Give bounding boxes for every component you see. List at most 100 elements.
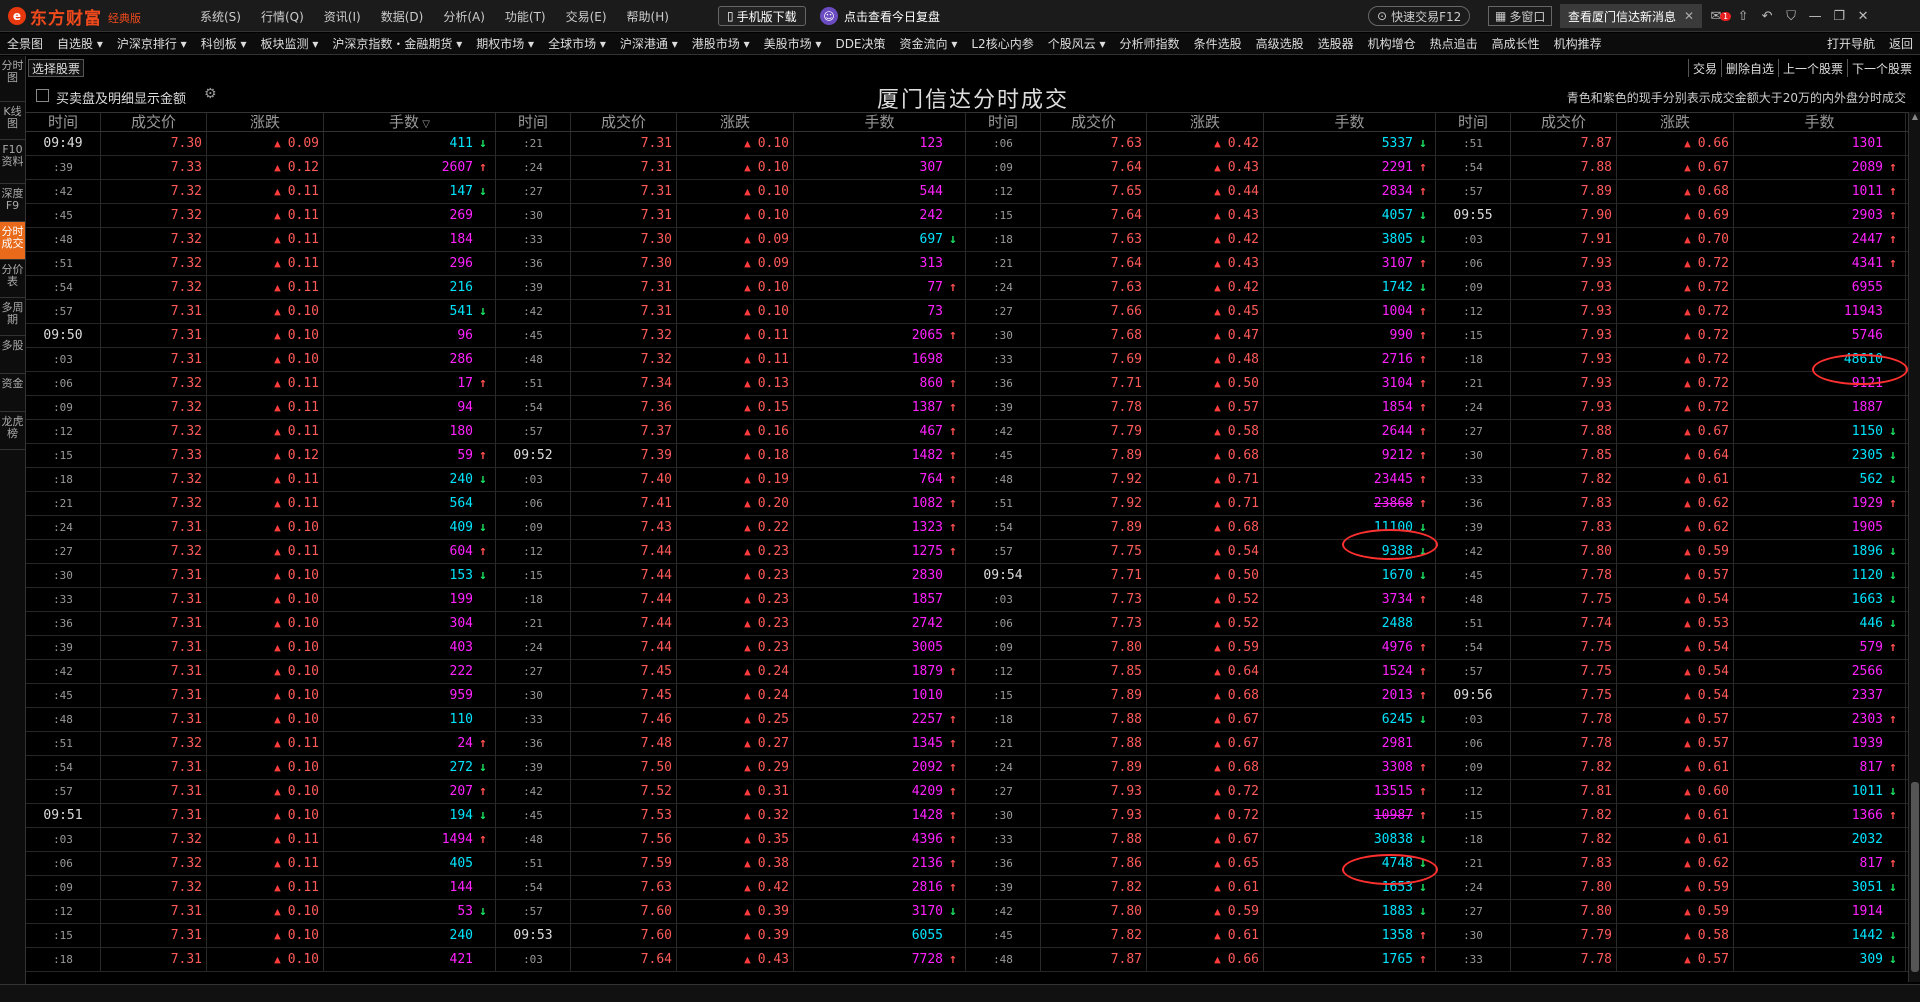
up-arrow-icon: ↑ — [1419, 160, 1427, 175]
nav-item[interactable]: 全球市场 ▾ — [541, 35, 613, 52]
sidebar-tab[interactable]: 分时成交 — [0, 222, 25, 260]
menu-item[interactable]: 系统(S) — [200, 8, 241, 25]
multi-window-button[interactable]: ▦ 多窗口 — [1488, 6, 1553, 26]
nav-item[interactable]: DDE决策 — [828, 35, 892, 52]
time-value: :33 — [993, 833, 1013, 846]
up-triangle-icon: ▲ — [744, 473, 751, 486]
sidebar-tab[interactable]: 多周期 — [0, 298, 25, 336]
minimize-icon[interactable]: — — [1803, 9, 1827, 24]
menu-item[interactable]: 帮助(H) — [627, 8, 669, 25]
nav-item[interactable]: 返回 — [1882, 35, 1920, 52]
time-value: :42 — [53, 665, 73, 678]
time-cell: :18 — [26, 948, 101, 971]
price-cell: 7.31 — [101, 348, 207, 371]
nav-item[interactable]: 机构推荐 — [1547, 35, 1609, 52]
scroll-thumb[interactable] — [1911, 782, 1919, 972]
shirt-icon[interactable]: ⛉ — [1779, 9, 1803, 24]
change-value: 0.11 — [287, 424, 319, 439]
volume-value: 2447 — [1851, 232, 1883, 247]
nav-item[interactable]: 热点追击 — [1423, 35, 1485, 52]
price-value: 7.80 — [1110, 904, 1142, 919]
volume-cell: 180· — [324, 420, 496, 443]
nav-item[interactable]: 全景图 — [0, 35, 50, 52]
price-value: 7.52 — [640, 784, 672, 799]
time-cell: :12 — [26, 900, 101, 923]
menu-item[interactable]: 资讯(I) — [324, 8, 361, 25]
nav-item[interactable]: 自选股 ▾ — [50, 35, 110, 52]
nav-item[interactable]: 港股市场 ▾ — [685, 35, 757, 52]
time-cell: :57 — [26, 780, 101, 803]
vertical-scrollbar[interactable]: ▲ — [1908, 112, 1920, 982]
up-arrow-icon: ↑ — [1419, 952, 1427, 967]
sidebar-tab[interactable]: 龙虎榜 — [0, 412, 25, 450]
change-value: 0.67 — [1227, 832, 1259, 847]
trade-button[interactable]: 交易 — [1687, 59, 1721, 77]
sidebar-tab[interactable]: 分价表 — [0, 260, 25, 298]
filter-icon[interactable]: ▽ — [419, 119, 430, 130]
time-value: :27 — [523, 185, 543, 198]
news-notice[interactable]: 查看厦门信达新消息 ✕ — [1560, 4, 1703, 28]
nav-item[interactable]: 资金流向 ▾ — [893, 35, 965, 52]
change-cell: ▲ 0.61 — [1617, 756, 1734, 779]
time-value: :18 — [523, 593, 543, 606]
quick-trade-button[interactable]: ⊙ 快速交易F12 — [1368, 6, 1471, 26]
menu-item[interactable]: 行情(Q) — [261, 8, 304, 25]
next-stock-button[interactable]: 下一个股票 — [1846, 59, 1916, 77]
nav-item[interactable]: 个股风云 ▾ — [1041, 35, 1113, 52]
sidebar-tab[interactable]: K线图 — [0, 102, 25, 140]
nav-item[interactable]: 选股器 — [1311, 35, 1361, 52]
sidebar-tab[interactable]: 多股 — [0, 336, 25, 374]
volume-value: 77 — [927, 280, 943, 295]
nav-item[interactable]: 美股市场 ▾ — [757, 35, 829, 52]
nav-item[interactable]: L2核心内参 — [964, 35, 1040, 52]
menu-item[interactable]: 分析(A) — [443, 8, 485, 25]
change-cell: ▲ 0.10 — [207, 324, 324, 347]
price-value: 7.87 — [1580, 136, 1612, 151]
nav-item[interactable]: 高成长性 — [1485, 35, 1547, 52]
prev-stock-button[interactable]: 上一个股票 — [1777, 59, 1847, 77]
change-value: 0.72 — [1697, 256, 1729, 271]
up-triangle-icon: ▲ — [1684, 209, 1691, 222]
nav-item[interactable]: 沪深港通 ▾ — [613, 35, 685, 52]
up-triangle-icon: ▲ — [1684, 761, 1691, 774]
nav-item[interactable]: 条件选股 — [1187, 35, 1249, 52]
scroll-up-icon[interactable]: ▲ — [1909, 112, 1920, 124]
time-value: :15 — [1463, 809, 1483, 822]
change-value: 0.68 — [1227, 760, 1259, 775]
up-arrow-icon: ↑ — [1419, 328, 1427, 343]
change-value: 0.43 — [1227, 256, 1259, 271]
delete-watchlist-button[interactable]: 删除自选 — [1720, 59, 1778, 77]
menu-item[interactable]: 交易(E) — [566, 8, 607, 25]
price-value: 7.93 — [1580, 304, 1612, 319]
nav-item[interactable]: 打开导航 — [1820, 35, 1882, 52]
close-icon[interactable]: ✕ — [1684, 9, 1694, 23]
choose-stock-button[interactable]: 选择股票 — [28, 59, 85, 77]
daily-review-link[interactable]: ☺ 点击查看今日复盘 — [820, 6, 940, 26]
sidebar-tab[interactable]: 资金 — [0, 374, 25, 412]
close-window-icon[interactable]: ✕ — [1851, 9, 1875, 24]
nav-item[interactable]: 板块监测 ▾ — [254, 35, 326, 52]
restore-icon[interactable]: ❐ — [1827, 9, 1851, 24]
nav-item[interactable]: 高级选股 — [1249, 35, 1311, 52]
sidebar-tab[interactable]: 分时图 — [0, 56, 25, 102]
nav-item[interactable]: 沪深京排行 ▾ — [110, 35, 194, 52]
undo-icon[interactable]: ↶ — [1755, 9, 1779, 24]
sidebar-tab[interactable]: 深度F9 — [0, 184, 25, 222]
volume-cell: 1896 ↓ — [1734, 540, 1906, 563]
volume-cell: 6245 ↓ — [1264, 708, 1436, 731]
nav-item[interactable]: 沪深京指数・金融期货 ▾ — [325, 35, 469, 52]
time-cell: :33 — [496, 228, 571, 251]
nav-item[interactable]: 科创板 ▾ — [194, 35, 254, 52]
nav-item[interactable]: 机构增仓 — [1361, 35, 1423, 52]
menu-item[interactable]: 功能(T) — [505, 8, 546, 25]
blank-arrow-icon: · — [947, 612, 959, 635]
volume-cell: 6955· — [1734, 276, 1906, 299]
sidebar-tab[interactable]: F10资料 — [0, 140, 25, 184]
mobile-download-button[interactable]: ▯ 手机版下载 — [718, 6, 806, 26]
up-arrow-icon[interactable]: ⇧ — [1731, 9, 1755, 24]
nav-item[interactable]: 分析师指数 — [1113, 35, 1187, 52]
price-value: 7.45 — [640, 664, 672, 679]
nav-item[interactable]: 期权市场 ▾ — [469, 35, 541, 52]
change-value: 0.59 — [1697, 880, 1729, 895]
menu-item[interactable]: 数据(D) — [381, 8, 424, 25]
